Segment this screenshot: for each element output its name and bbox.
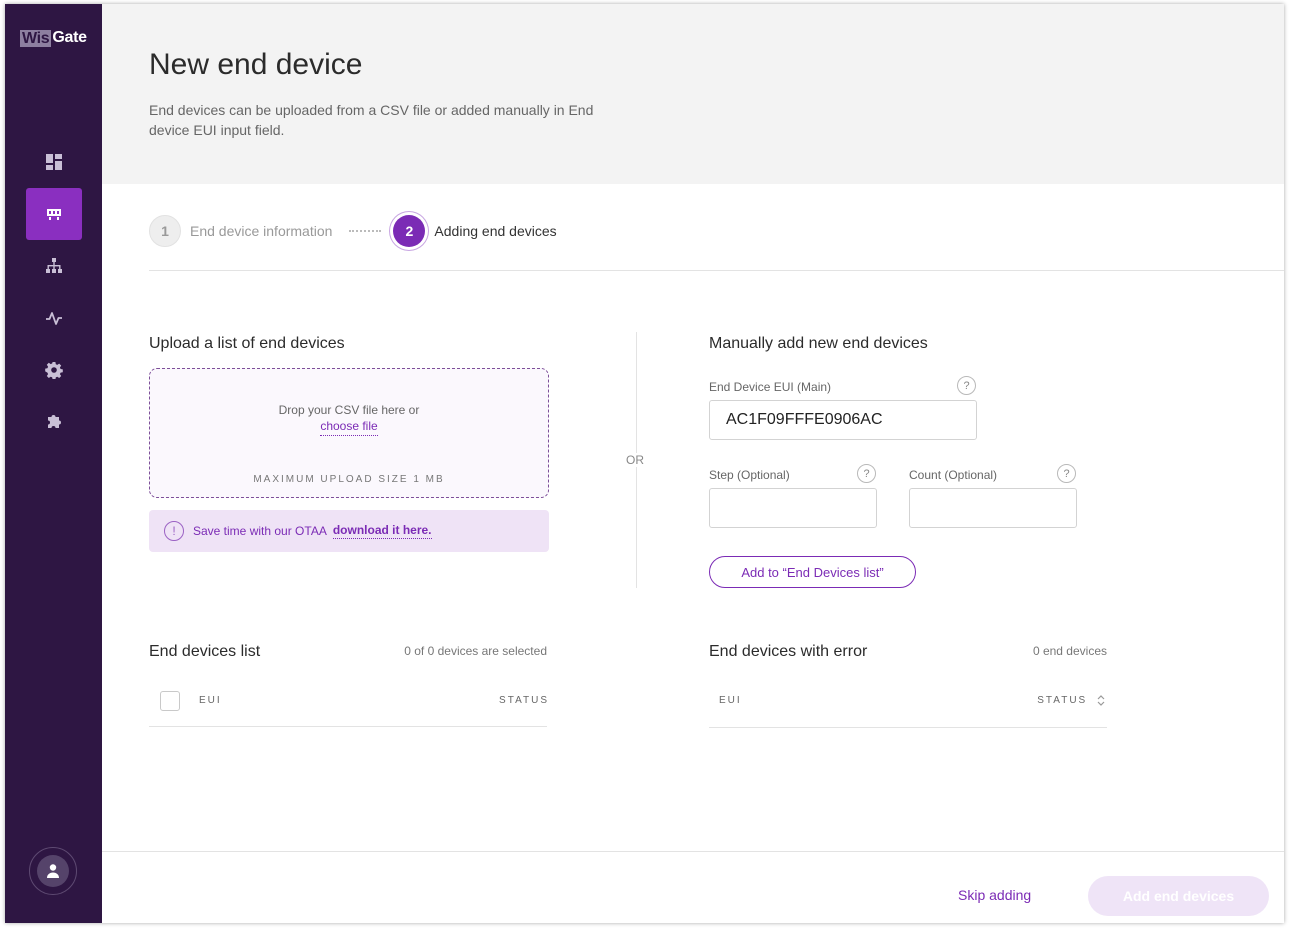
drop-text: Drop your CSV file here or	[278, 403, 420, 417]
error-status-header[interactable]: STATUS	[1025, 695, 1105, 706]
otaa-note: ! Save time with our OTAA download it he…	[149, 510, 549, 552]
puzzle-icon	[48, 415, 61, 428]
user-icon	[47, 864, 59, 878]
sort-icon	[1097, 695, 1105, 706]
eui-input[interactable]	[709, 400, 977, 440]
page-header: New end device End devices can be upload…	[102, 4, 1284, 184]
sidebar-item-extensions[interactable]	[26, 396, 82, 448]
sidebar: Wis Gate	[5, 4, 102, 923]
otaa-note-text: Save time with our OTAA	[193, 524, 327, 538]
sidebar-item-gateways[interactable]	[26, 188, 82, 240]
step-input[interactable]	[709, 488, 877, 528]
step-2-circle: 2	[393, 215, 426, 247]
footer-divider	[102, 851, 1284, 852]
logo-gate: Gate	[52, 29, 87, 46]
add-to-list-button[interactable]: Add to “End Devices list”	[709, 556, 916, 588]
sidebar-item-settings[interactable]	[26, 344, 82, 396]
user-avatar[interactable]	[29, 847, 77, 895]
eui-column-header: EUI	[199, 695, 222, 706]
error-list-header-rule	[709, 727, 1107, 728]
status-column-header[interactable]: STATUS	[497, 695, 549, 706]
error-eui-column-header: EUI	[719, 695, 742, 706]
manual-section-title: Manually add new end devices	[709, 335, 928, 352]
step-2-label: Adding end devices	[434, 223, 557, 239]
error-status-column-header: STATUS	[1037, 695, 1088, 707]
or-label: OR	[626, 453, 644, 467]
end-devices-list-title: End devices list	[149, 643, 261, 660]
sidebar-item-network[interactable]	[26, 240, 82, 292]
count-help-icon[interactable]: ?	[1057, 464, 1076, 483]
sidebar-item-activity[interactable]	[26, 292, 82, 344]
count-label: Count (Optional)	[909, 468, 998, 482]
network-icon	[46, 258, 62, 273]
max-upload-size: MAXIMUM UPLOAD SIZE 1 MB	[253, 474, 445, 485]
app-window: Wis Gate New end device End devices can …	[5, 4, 1284, 923]
gateway-icon	[47, 209, 61, 220]
step-1-circle[interactable]: 1	[149, 215, 181, 247]
skip-adding-link[interactable]: Skip adding	[958, 887, 1031, 903]
page-title: New end device	[149, 48, 363, 81]
selected-count: 0 of 0 devices are selected	[404, 644, 547, 658]
page-description: End devices can be uploaded from a CSV f…	[149, 102, 594, 138]
step-help-icon[interactable]: ?	[857, 464, 876, 483]
avatar-circle	[37, 855, 69, 887]
gear-icon	[45, 362, 63, 379]
stepper: 1 End device information 2 Adding end de…	[149, 215, 557, 247]
step-label: Step (Optional)	[709, 468, 790, 482]
step-1-label[interactable]: End device information	[190, 223, 332, 239]
list-header-rule	[149, 726, 547, 727]
choose-file-link[interactable]: choose file	[320, 419, 378, 436]
count-input[interactable]	[909, 488, 1077, 528]
stepper-divider	[149, 270, 1284, 271]
upload-section-title: Upload a list of end devices	[149, 335, 345, 352]
dashboard-icon	[46, 154, 62, 170]
choose-file-wrapper: choose file	[150, 419, 548, 436]
eui-help-icon[interactable]: ?	[957, 376, 976, 395]
logo-wis: Wis	[20, 29, 52, 47]
otaa-download-link[interactable]: download it here.	[332, 523, 432, 539]
wisgate-logo[interactable]: Wis Gate	[20, 29, 87, 47]
activity-icon	[46, 312, 62, 325]
step-connector	[349, 230, 382, 232]
csv-dropzone[interactable]: Drop your CSV file here or choose file M…	[149, 368, 549, 498]
info-icon: !	[164, 521, 184, 541]
error-count: 0 end devices	[1032, 644, 1107, 658]
sidebar-item-dashboard[interactable]	[26, 136, 82, 188]
add-end-devices-button[interactable]: Add end devices	[1088, 876, 1269, 916]
error-list-title: End devices with error	[709, 643, 868, 660]
select-all-checkbox[interactable]	[160, 691, 180, 711]
eui-label: End Device EUI (Main)	[709, 380, 832, 394]
